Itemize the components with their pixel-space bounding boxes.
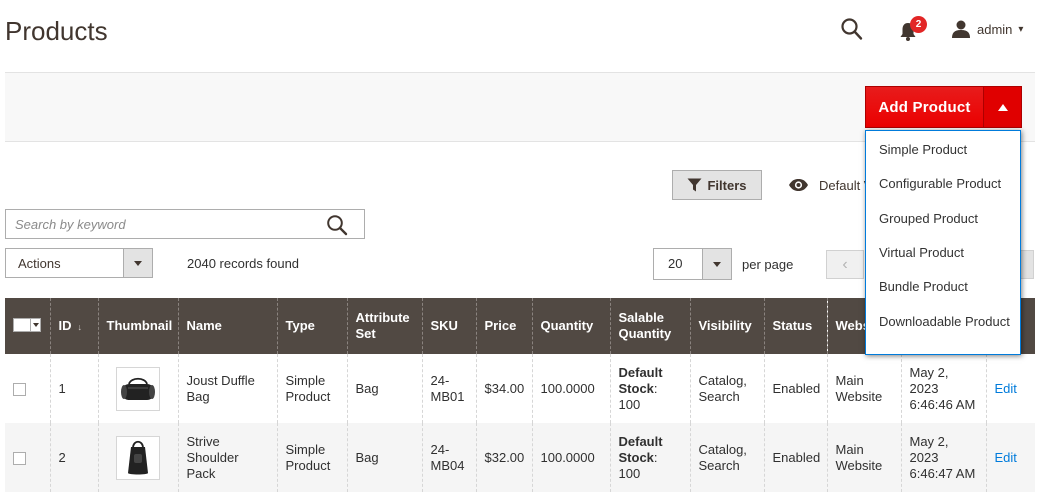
edit-link[interactable]: Edit [995,381,1017,396]
cell-websites: Main Website [826,354,901,423]
cell-salable-quantity: Default Stock: 100 [609,423,690,492]
duffle-bag-image [120,377,155,400]
cell-status: Enabled [763,354,827,423]
row-checkbox[interactable] [13,382,26,396]
cell-quantity: 100.0000 [531,354,610,423]
row-checkbox-cell [5,423,50,492]
cell-attribute-set: Bag [346,354,422,423]
column-header-visibility[interactable]: Visibility [689,298,764,354]
cell-visibility: Catalog, Search [689,423,764,492]
cell-name: Joust Duffle Bag [177,354,277,423]
cell-sku: 24-MB01 [421,354,476,423]
menu-item-virtual-product[interactable]: Virtual Product [879,244,1012,261]
column-header-name[interactable]: Name [177,298,277,354]
chevron-down-icon: ▾ [1018,23,1024,35]
cell-action: Edit [985,423,1035,492]
cell-id: 1 [49,354,98,423]
product-thumbnail[interactable] [115,366,160,411]
cell-attribute-set: Bag [346,423,422,492]
cell-sku: 24-MB04 [421,423,476,492]
cell-price: $34.00 [475,354,532,423]
notification-count-badge: 2 [910,16,927,33]
per-page-select[interactable]: 20 [653,248,732,280]
cell-thumbnail [97,354,178,423]
column-header-attribute-set[interactable]: Attribute Set [346,298,422,354]
page-title: Products [5,16,108,46]
user-menu[interactable]: admin ▾ [951,14,1023,44]
cell-visibility: Catalog, Search [689,354,764,423]
filters-label: Filters [707,177,747,193]
cell-date: May 2, 2023 6:46:47 AM [900,423,986,492]
user-icon [952,20,970,38]
caret-up-icon [997,103,1008,111]
column-header-quantity[interactable]: Quantity [531,298,610,354]
search-input[interactable] [6,210,316,238]
chevron-down-icon [702,249,731,279]
cell-type: Simple Product [276,354,347,423]
view-switcher[interactable]: Default V [788,172,872,198]
menu-item-grouped-product[interactable]: Grouped Product [879,210,1012,227]
sort-arrow-icon: ↓ [77,321,83,332]
add-product-button[interactable]: Add Product [866,87,983,127]
column-header-thumbnail: Thumbnail [97,298,178,354]
mass-actions-select[interactable]: Actions [5,248,153,278]
mass-select-dropdown[interactable] [13,317,41,332]
column-header-sku[interactable]: SKU [421,298,476,354]
column-header-id[interactable]: ID ↓ [49,298,98,354]
add-product-menu: Simple Product Configurable Product Grou… [865,130,1021,355]
cell-status: Enabled [763,423,827,492]
user-name: admin [977,21,1013,37]
filters-button[interactable]: Filters [672,170,762,200]
cell-salable-quantity: Default Stock: 100 [609,354,690,423]
cell-price: $32.00 [475,423,532,492]
row-checkbox[interactable] [13,451,26,465]
keyword-search [5,209,365,239]
mass-actions-label: Actions [18,255,61,271]
edit-link[interactable]: Edit [995,450,1017,465]
menu-item-downloadable-product[interactable]: Downloadable Product [879,313,1012,330]
column-header-salable-quantity: Salable Quantity [609,298,690,354]
cell-quantity: 100.0000 [531,423,610,492]
search-submit-icon[interactable] [326,214,348,236]
chevron-down-icon [123,249,152,277]
shoulder-pack-image [127,440,148,474]
cell-id: 2 [49,423,98,492]
previous-page-button[interactable]: ‹ [826,250,864,279]
add-product-toggle[interactable] [983,87,1021,127]
per-page-label: per page [742,257,794,272]
product-thumbnail[interactable] [115,435,160,480]
table-row: 1 Joust Duffle Bag Simple Product Bag 24… [5,354,1035,423]
filter-icon [687,178,702,192]
per-page-value: 20 [668,256,683,271]
notifications-button[interactable]: 2 [899,16,927,42]
menu-item-bundle-product[interactable]: Bundle Product [879,278,1012,295]
column-header-price[interactable]: Price [475,298,532,354]
mass-select-header [5,298,50,354]
cell-websites: Main Website [826,423,901,492]
records-found: 2040 records found [187,256,300,271]
eye-icon [789,179,808,191]
cell-name: Strive Shoulder Pack [177,423,277,492]
cell-date: May 2, 2023 6:46:46 AM [900,354,986,423]
search-icon[interactable] [840,16,864,42]
column-header-status[interactable]: Status [763,298,827,354]
menu-item-configurable-product[interactable]: Configurable Product [879,175,1012,192]
menu-item-simple-product[interactable]: Simple Product [879,141,1012,158]
cell-thumbnail [97,423,178,492]
table-row: 2 Strive Shoulder Pack Simple Product Ba… [5,423,1035,492]
add-product-split-button: Add Product [865,86,1022,128]
column-header-type[interactable]: Type [276,298,347,354]
cell-type: Simple Product [276,423,347,492]
row-checkbox-cell [5,354,50,423]
cell-action: Edit [985,354,1035,423]
